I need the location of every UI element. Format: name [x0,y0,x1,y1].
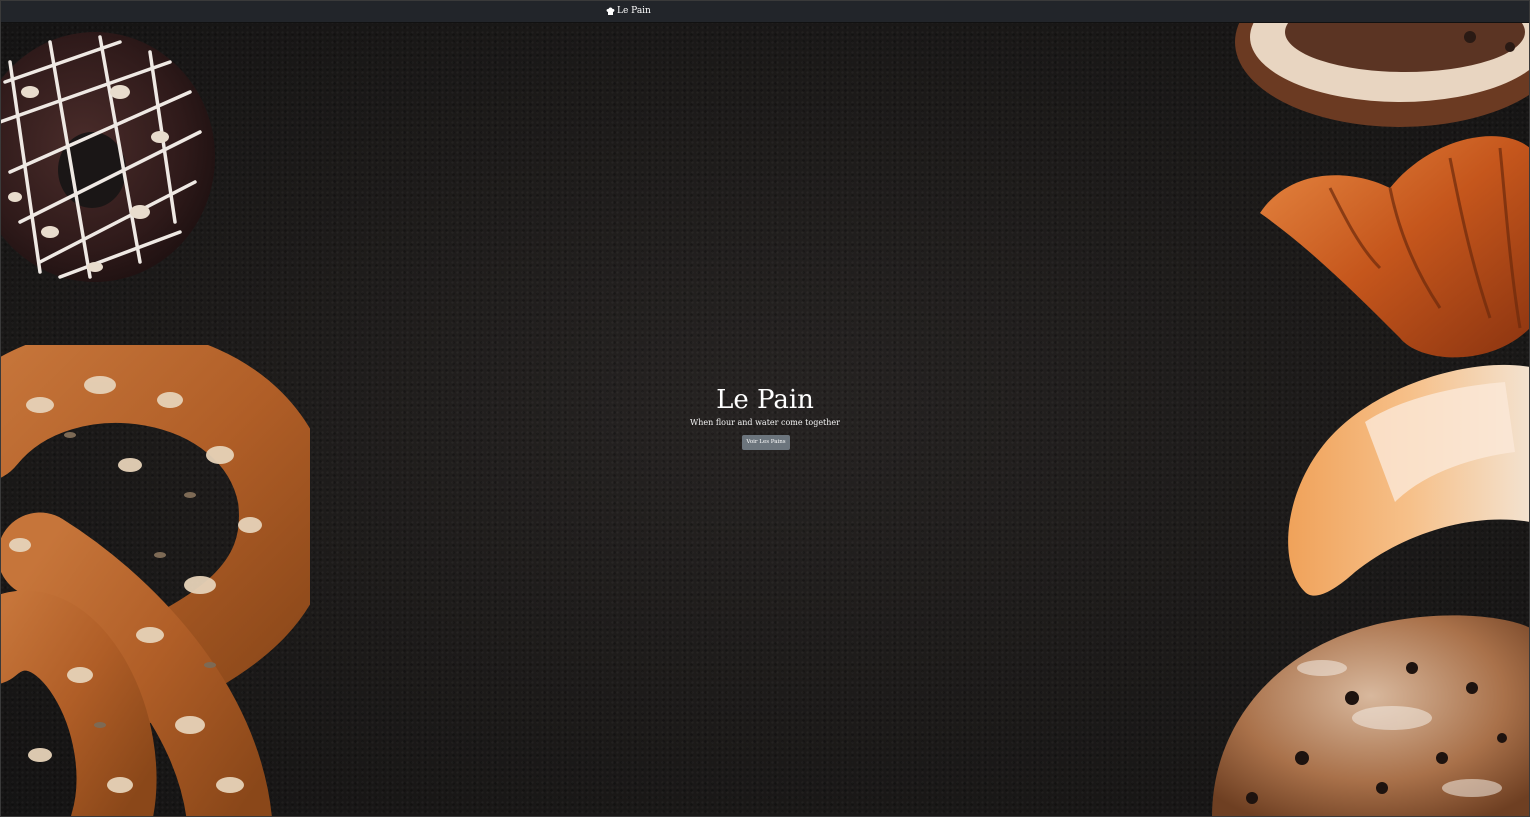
chocolate-donut-image [0,32,215,282]
pretzel-image [0,345,310,817]
rustic-bread-image [1212,615,1530,817]
home-page: Le Pain Le Pain When flour and water com… [0,0,1530,817]
bread-roll-image [1288,364,1530,596]
top-navbar: Le Pain [1,1,1530,23]
brand-label: Le Pain [617,6,651,16]
bun-image [1235,22,1530,127]
chef-hat-icon [606,7,615,15]
croissant-image [1260,136,1530,358]
voir-les-pains-button[interactable]: Voir Les Pains [742,435,790,450]
brand-link[interactable]: Le Pain [606,4,651,18]
